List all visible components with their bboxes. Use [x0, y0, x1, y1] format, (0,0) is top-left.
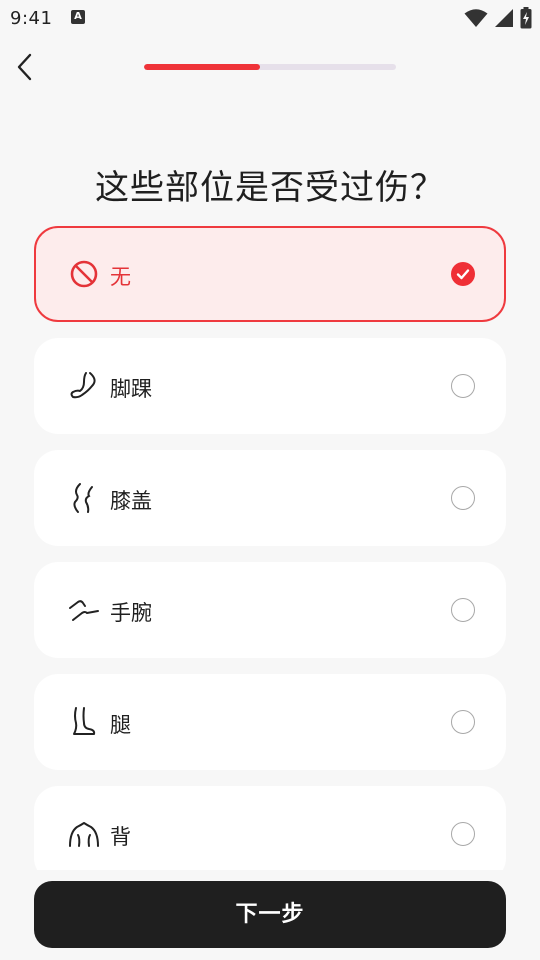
progress-bar — [144, 64, 396, 70]
radio-unchecked[interactable] — [451, 822, 475, 846]
progress-fill — [144, 64, 260, 70]
battery-charging-icon — [520, 7, 532, 29]
ankle-icon — [70, 372, 96, 399]
status-time: 9:41 — [10, 8, 53, 29]
option-label: 手腕 — [110, 601, 152, 625]
option-label: 膝盖 — [110, 489, 152, 513]
option-label: 脚踝 — [110, 377, 152, 401]
next-button[interactable]: 下一步 — [34, 881, 506, 948]
nav-bar — [0, 40, 540, 94]
option-label: 无 — [110, 265, 131, 289]
option-none[interactable]: 无 — [34, 226, 506, 322]
a-notification-icon: A — [71, 10, 85, 24]
radio-unchecked[interactable] — [451, 598, 475, 622]
radio-checked[interactable] — [451, 262, 475, 286]
options-list: 无 脚踝 膝盖 手腕 腿 背 — [34, 226, 506, 898]
radio-unchecked[interactable] — [451, 374, 475, 398]
option-label: 背 — [110, 825, 131, 849]
wrist-icon — [69, 600, 99, 621]
check-icon — [456, 269, 470, 280]
signal-icon — [495, 9, 513, 27]
option-ankle[interactable]: 脚踝 — [34, 338, 506, 434]
option-knee[interactable]: 膝盖 — [34, 450, 506, 546]
radio-unchecked[interactable] — [451, 710, 475, 734]
no-entry-icon — [70, 260, 98, 288]
leg-icon — [73, 707, 96, 735]
page-title: 这些部位是否受过伤？ — [95, 168, 445, 208]
knee-icon — [73, 483, 93, 513]
status-bar: 9:41 A — [0, 0, 540, 36]
radio-unchecked[interactable] — [451, 486, 475, 510]
option-back[interactable]: 背 — [34, 786, 506, 882]
status-icons — [464, 6, 532, 30]
back-icon — [69, 822, 99, 847]
option-label: 腿 — [110, 713, 131, 737]
option-leg[interactable]: 腿 — [34, 674, 506, 770]
chevron-left-icon — [17, 53, 32, 81]
option-wrist[interactable]: 手腕 — [34, 562, 506, 658]
wifi-icon — [464, 9, 488, 27]
back-button[interactable] — [8, 48, 42, 86]
